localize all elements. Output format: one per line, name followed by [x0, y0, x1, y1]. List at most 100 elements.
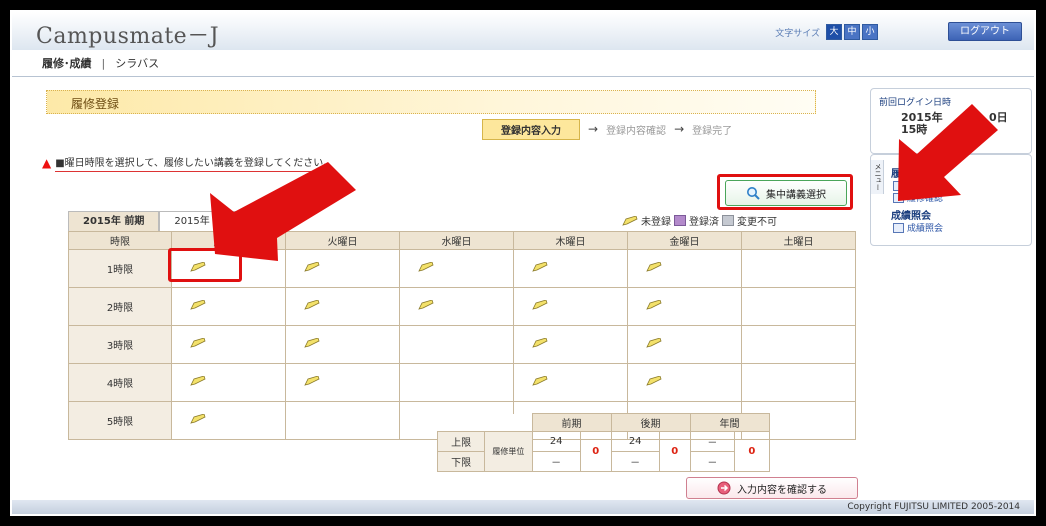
- pencil-icon[interactable]: [532, 338, 548, 348]
- timetable-cell-tuesday[interactable]: [285, 363, 400, 402]
- timetable-cell-monday[interactable]: [171, 401, 286, 440]
- timetable-cell-tuesday[interactable]: [285, 249, 400, 288]
- last-login-label: 前回ログイン日時: [879, 98, 952, 108]
- pencil-icon[interactable]: [646, 338, 662, 348]
- step-current: 登録内容入力: [482, 118, 580, 140]
- menu-link-registration-check[interactable]: 履修確認: [893, 191, 943, 204]
- confirm-input-button[interactable]: 入力内容を確認する: [686, 477, 858, 499]
- header: Campusmate－J 文字サイズ 大 中 小 ログアウト: [12, 12, 1034, 51]
- confirm-input-label: 入力内容を確認する: [737, 484, 827, 496]
- step-confirm: 登録内容確認: [606, 125, 667, 137]
- pencil-icon[interactable]: [190, 262, 206, 272]
- chevron-up-icon: ▲: [42, 156, 52, 170]
- font-size-large-button[interactable]: 大: [826, 24, 842, 40]
- app-window: Campusmate－J 文字サイズ 大 中 小 ログアウト 履修･成績 | シ…: [10, 10, 1036, 516]
- pencil-icon[interactable]: [190, 338, 206, 348]
- timetable-cell-tuesday[interactable]: [285, 325, 400, 364]
- menu-section-grades: 成績照会: [891, 211, 931, 222]
- pencil-icon[interactable]: [304, 262, 320, 272]
- progress-steps: 登録内容入力 → 登録内容確認 → 登録完了: [482, 118, 732, 140]
- link-icon: [893, 222, 904, 233]
- timetable-cell-thursday[interactable]: [513, 287, 628, 326]
- timetable-cell-friday[interactable]: [627, 363, 742, 402]
- pencil-icon[interactable]: [532, 262, 548, 272]
- link-icon: [893, 180, 904, 191]
- credits-table: 前期 後期 年間 上限 履修単位 24 0 24 0 － 0 下限 － － －: [436, 413, 770, 472]
- pencil-icon[interactable]: [418, 300, 434, 310]
- timetable-cell-monday[interactable]: [171, 325, 286, 364]
- nav-separator: |: [101, 56, 106, 70]
- nav-item-syllabus[interactable]: シラバス: [115, 55, 159, 71]
- pencil-icon[interactable]: [190, 376, 206, 386]
- credits-corner: [437, 413, 532, 432]
- timetable: 時限 月曜日 火曜日 水曜日 木曜日 金曜日 土曜日 1時限 2時限 3時限 4時限 5…: [68, 231, 856, 440]
- pencil-icon[interactable]: [532, 376, 548, 386]
- timetable-cell-saturday: [741, 249, 856, 288]
- header-wednesday: 水曜日: [399, 231, 514, 250]
- timetable-row: 1時限: [68, 249, 856, 288]
- pencil-icon[interactable]: [418, 262, 434, 272]
- tab-second-term[interactable]: 2015年 後期: [159, 211, 248, 232]
- header-monday: 月曜日: [171, 231, 286, 250]
- credits-second-upper: 24: [610, 431, 660, 452]
- timetable-cell-friday[interactable]: [627, 287, 742, 326]
- last-login-day: 0日: [989, 111, 1008, 124]
- pencil-icon[interactable]: [190, 414, 206, 424]
- pencil-icon[interactable]: [304, 300, 320, 310]
- credits-year-total: 0: [734, 431, 770, 472]
- sidebar-collapse-tab[interactable]: メニュー: [871, 160, 884, 194]
- credits-year-lower: －: [689, 451, 736, 472]
- credits-year-upper: －: [689, 431, 736, 452]
- timetable-cell-wednesday[interactable]: [399, 287, 514, 326]
- credits-second-lower: －: [610, 451, 660, 472]
- app-logo: Campusmate－J: [36, 24, 220, 49]
- timetable-cell-thursday[interactable]: [513, 325, 628, 364]
- timetable-cell-monday[interactable]: [171, 363, 286, 402]
- legend-unchangeable: 変更不可: [737, 217, 777, 228]
- page-title: 履修登録: [71, 97, 120, 111]
- intensive-course-select-button[interactable]: 集中講義選択: [725, 180, 847, 206]
- tab-first-term[interactable]: 2015年 前期: [68, 211, 160, 232]
- timetable-cell-friday[interactable]: [627, 325, 742, 364]
- timetable-cell-monday[interactable]: [171, 249, 286, 288]
- timetable-cell-thursday[interactable]: [513, 249, 628, 288]
- font-size-medium-button[interactable]: 中: [844, 24, 860, 40]
- period-label: 5時限: [68, 401, 172, 440]
- logout-button[interactable]: ログアウト: [948, 22, 1022, 41]
- pencil-icon[interactable]: [646, 376, 662, 386]
- timetable-cell-wednesday[interactable]: [399, 249, 514, 288]
- font-size-small-button[interactable]: 小: [862, 24, 878, 40]
- credits-header-row: 前期 後期 年間: [437, 413, 770, 432]
- pencil-icon[interactable]: [532, 300, 548, 310]
- credits-lower-label: 下限: [436, 451, 486, 472]
- footer: Copyright FUJITSU LIMITED 2005-2014: [12, 500, 1034, 514]
- link-icon: [893, 192, 904, 203]
- period-label: 3時限: [68, 325, 172, 364]
- legend-unregistered: 未登録: [641, 217, 671, 228]
- pencil-icon[interactable]: [646, 262, 662, 272]
- timetable-cell-monday[interactable]: [171, 287, 286, 326]
- timetable-cell-thursday[interactable]: [513, 363, 628, 402]
- credits-second-total: 0: [658, 431, 691, 472]
- menu-link-grades[interactable]: 成績照会: [893, 221, 943, 234]
- pencil-icon[interactable]: [304, 338, 320, 348]
- side-menu: 履修登録 履修登録 履修確認 成績照会 成績照会: [870, 154, 1032, 246]
- nav-item-registration-grades[interactable]: 履修･成績: [42, 55, 92, 71]
- credits-upper-row: 上限 履修単位 24 0 24 0 － 0: [436, 431, 770, 472]
- pencil-icon[interactable]: [646, 300, 662, 310]
- pencil-icon[interactable]: [190, 300, 206, 310]
- step-arrow-icon: →: [674, 122, 685, 136]
- timetable-header-row: 時限 月曜日 火曜日 水曜日 木曜日 金曜日 土曜日: [68, 231, 856, 250]
- legend-registered: 登録済: [689, 217, 719, 228]
- period-label: 2時限: [68, 287, 172, 326]
- font-size-label: 文字サイズ: [775, 28, 820, 39]
- timetable-cell-tuesday[interactable]: [285, 287, 400, 326]
- instruction: ▲ ■曜日時限を選択して、履修したい講義を登録してください。: [42, 154, 334, 172]
- last-login-panel: 前回ログイン日時 2015年 0日 15時: [870, 88, 1032, 154]
- menu-link-registration-check-label: 履修確認: [907, 194, 944, 204]
- timetable-cell-saturday: [741, 287, 856, 326]
- period-label: 4時限: [68, 363, 172, 402]
- pencil-icon[interactable]: [304, 376, 320, 386]
- timetable-cell-friday[interactable]: [627, 249, 742, 288]
- header-saturday: 土曜日: [741, 231, 856, 250]
